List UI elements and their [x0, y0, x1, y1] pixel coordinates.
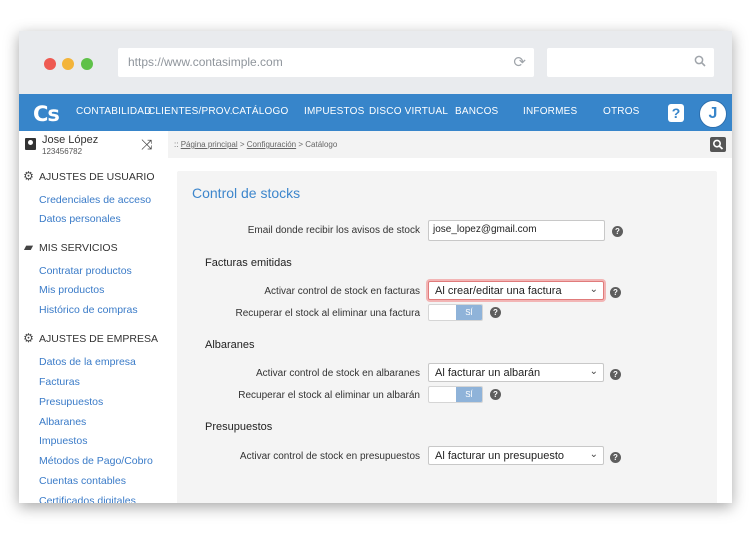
close-window-button[interactable] [44, 58, 56, 70]
search-icon [694, 54, 706, 72]
breadcrumb-link-home[interactable]: Página principal [181, 140, 238, 149]
email-field[interactable]: jose_lopez@gmail.com [428, 220, 605, 241]
albaranes-recuperar-toggle[interactable]: SÍ [428, 386, 483, 403]
help-icon[interactable]: ? [668, 104, 684, 122]
chevron-down-icon: ⌄ [589, 284, 598, 295]
gear-icon: ⚙ [23, 331, 34, 345]
presupuestos-activar-label: Activar control de stock en presupuestos [239, 451, 420, 462]
nav-item-disco-virtual[interactable]: DISCO VIRTUAL [369, 106, 448, 117]
sidebar-item-impuestos[interactable]: Impuestos [39, 435, 87, 447]
app-logo[interactable]: Cs [33, 102, 60, 126]
breadcrumb: :: Página principal > Configuración > Ca… [174, 140, 337, 149]
section-mis-servicios: ▰ MIS SERVICIOS [22, 240, 118, 254]
search-button[interactable] [710, 137, 726, 152]
switch-account-icon[interactable]: ⤨ [141, 136, 152, 153]
albaranes-recuperar-label: Recuperar el stock al eliminar un albará… [238, 390, 420, 401]
albaranes-heading: Albaranes [205, 339, 255, 351]
email-label: Email donde recibir los avisos de stock [247, 225, 420, 236]
select-value: Al facturar un albarán [435, 367, 541, 379]
main-navigation: Cs CONTABILIDAD CLIENTES/PROV. CATÁLOGO … [19, 94, 732, 131]
sidebar-item-datos-empresa[interactable]: Datos de la empresa [39, 356, 136, 368]
nav-item-contabilidad[interactable]: CONTABILIDAD [76, 106, 152, 117]
nav-item-clientes[interactable]: CLIENTES/PROV. [148, 106, 233, 117]
nav-item-catalogo[interactable]: CATÁLOGO [232, 106, 288, 117]
stock-control-panel: Control de stocks Email donde recibir lo… [177, 171, 717, 503]
briefcase-icon: ▰ [23, 240, 34, 254]
user-name: Jose López [42, 134, 99, 146]
address-url: https://www.contasimple.com [128, 55, 283, 69]
reload-icon[interactable]: ⟳ [513, 53, 526, 71]
user-card-icon [25, 138, 36, 150]
sidebar-item-certificados[interactable]: Certificados digitales [39, 495, 136, 503]
nav-item-otros[interactable]: OTROS [603, 106, 640, 117]
help-icon[interactable]: ? [612, 226, 623, 237]
address-bar[interactable]: https://www.contasimple.com ⟳ [118, 48, 534, 77]
minimize-window-button[interactable] [62, 58, 74, 70]
user-id: 123456782 [42, 147, 83, 156]
sidebar-item-metodos-pago[interactable]: Métodos de Pago/Cobro [39, 455, 153, 467]
help-icon[interactable]: ? [490, 389, 501, 400]
section-title: AJUSTES DE EMPRESA [39, 333, 159, 345]
sidebar-item-contratar[interactable]: Contratar productos [39, 265, 132, 277]
presupuestos-activar-select[interactable]: Al facturar un presupuesto ⌄ [428, 446, 604, 465]
facturas-recuperar-label: Recuperar el stock al eliminar una factu… [235, 308, 420, 319]
breadcrumb-link-config[interactable]: Configuración [247, 140, 296, 149]
avatar[interactable]: J [699, 100, 727, 128]
browser-window: https://www.contasimple.com ⟳ Cs CONTABI… [19, 31, 732, 503]
select-value: Al crear/editar una factura [435, 285, 562, 297]
help-icon[interactable]: ? [610, 452, 621, 463]
breadcrumb-bar: :: Página principal > Configuración > Ca… [168, 131, 732, 158]
search-icon [712, 139, 724, 150]
select-value: Al facturar un presupuesto [435, 450, 565, 462]
sidebar-item-datos-personales[interactable]: Datos personales [39, 213, 121, 225]
section-ajustes-empresa: ⚙ AJUSTES DE EMPRESA [22, 331, 158, 345]
sidebar-item-albaranes[interactable]: Albaranes [39, 416, 86, 428]
nav-item-informes[interactable]: INFORMES [523, 106, 577, 117]
toggle-on-label: SÍ [456, 387, 482, 402]
section-ajustes-usuario: ⚙ AJUSTES DE USUARIO [22, 169, 155, 183]
facturas-activar-select[interactable]: Al crear/editar una factura ⌄ [428, 281, 604, 300]
help-icon[interactable]: ? [610, 369, 621, 380]
breadcrumb-current: Catálogo [305, 140, 338, 149]
breadcrumb-separator: > [239, 140, 245, 149]
gear-icon: ⚙ [23, 169, 34, 183]
facturas-recuperar-toggle[interactable]: SÍ [428, 304, 483, 321]
user-box: Jose López 123456782 ⤨ [19, 131, 168, 159]
presupuestos-heading: Presupuestos [205, 421, 273, 433]
sidebar-item-historico[interactable]: Histórico de compras [39, 304, 138, 316]
maximize-window-button[interactable] [81, 58, 93, 70]
facturas-heading: Facturas emitidas [205, 257, 292, 269]
sidebar-item-credenciales[interactable]: Credenciales de acceso [39, 194, 151, 206]
sidebar-item-facturas[interactable]: Facturas [39, 376, 80, 388]
sidebar-item-cuentas-contables[interactable]: Cuentas contables [39, 475, 126, 487]
albaranes-activar-label: Activar control de stock en albaranes [256, 368, 420, 379]
sidebar: Jose López 123456782 ⤨ ⚙ AJUSTES DE USUAR… [19, 131, 169, 503]
toggle-on-label: SÍ [456, 305, 482, 320]
help-icon[interactable]: ? [610, 287, 621, 298]
albaranes-activar-select[interactable]: Al facturar un albarán ⌄ [428, 363, 604, 382]
browser-chrome: https://www.contasimple.com ⟳ [19, 31, 732, 94]
help-icon[interactable]: ? [490, 307, 501, 318]
section-title: MIS SERVICIOS [39, 242, 118, 254]
browser-search-field[interactable] [547, 48, 714, 77]
breadcrumb-prefix: :: [174, 140, 179, 149]
breadcrumb-separator: > [298, 140, 304, 149]
page-title: Control de stocks [192, 185, 301, 201]
chevron-down-icon: ⌄ [589, 366, 598, 377]
nav-item-bancos[interactable]: BANCOS [455, 106, 498, 117]
chevron-down-icon: ⌄ [589, 449, 598, 460]
nav-item-impuestos[interactable]: IMPUESTOS [304, 106, 365, 117]
facturas-activar-label: Activar control de stock en facturas [264, 286, 420, 297]
section-title: AJUSTES DE USUARIO [39, 171, 155, 183]
sidebar-item-presupuestos[interactable]: Presupuestos [39, 396, 103, 408]
sidebar-item-mis-productos[interactable]: Mis productos [39, 284, 104, 296]
email-value: jose_lopez@gmail.com [433, 224, 537, 235]
